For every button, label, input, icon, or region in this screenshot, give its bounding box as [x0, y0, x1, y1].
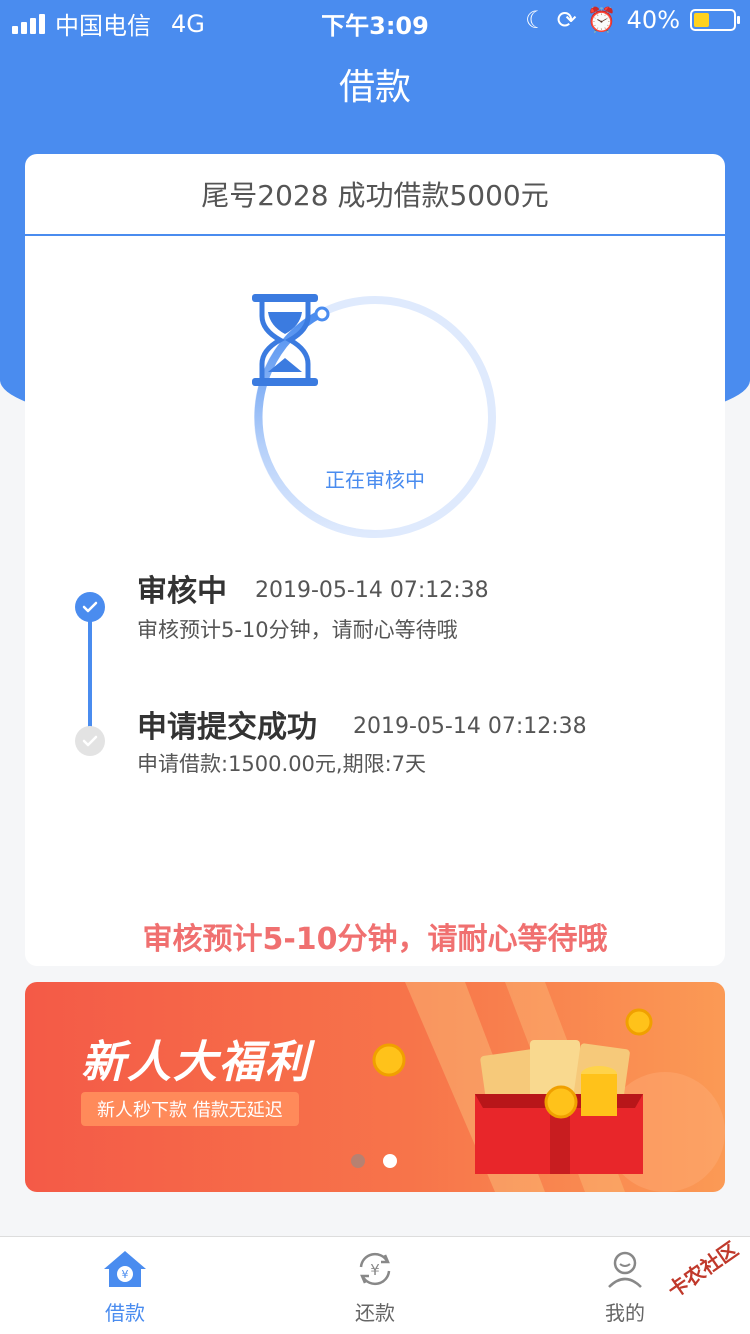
tab-repay[interactable]: ¥ 还款 — [250, 1237, 500, 1334]
tab-loan-label: 借款 — [105, 1301, 145, 1325]
timeline-step-title: 申请提交成功 — [137, 710, 317, 745]
banner-pagination[interactable] — [351, 1154, 397, 1168]
page-title: 借款 — [338, 67, 411, 108]
timeline-step-time: 2019-05-14 07:12:38 — [353, 714, 587, 739]
timeline-step-title: 审核中 — [137, 574, 227, 609]
timeline-step-desc: 审核预计5-10分钟，请耐心等待哦 — [137, 618, 458, 642]
alarm-icon: ⏰ — [586, 6, 617, 34]
battery-level — [694, 13, 709, 27]
timeline-step-desc: 申请借款:1500.00元,期限:7天 — [137, 752, 427, 776]
review-progress-ring: 正在审核中 — [250, 292, 500, 542]
banner-subtitle: 新人秒下款 借款无延迟 — [81, 1092, 299, 1126]
promo-banner[interactable]: 新人大福利 新人秒下款 借款无延迟 — [25, 982, 725, 1192]
review-status-label: 正在审核中 — [325, 468, 425, 492]
tab-mine-label: 我的 — [605, 1301, 645, 1325]
status-bar: 中国电信 4G 下午3:09 ☾ ⟳ ⏰ 40% — [0, 0, 750, 40]
tab-loan[interactable]: ¥ 借款 — [0, 1237, 250, 1334]
check-icon — [75, 592, 105, 622]
loan-status-card: 尾号2028 成功借款5000元 正在审核中 审核中 2019-05-14 07… — [25, 154, 725, 966]
tab-repay-label: 还款 — [355, 1301, 395, 1325]
banner-dot[interactable] — [383, 1154, 397, 1168]
timeline-line — [88, 606, 92, 740]
banner-dot[interactable] — [351, 1154, 365, 1168]
svg-text:¥: ¥ — [122, 1268, 129, 1281]
timeline-step-time: 2019-05-14 07:12:38 — [255, 578, 489, 603]
user-icon — [608, 1251, 642, 1288]
svg-text:¥: ¥ — [370, 1261, 380, 1279]
home-yen-icon: ¥ — [104, 1251, 146, 1287]
hourglass-icon — [252, 294, 318, 386]
battery-icon — [690, 9, 740, 31]
banner-title: 新人大福利 — [81, 1037, 311, 1088]
check-icon — [75, 726, 105, 756]
repay-cycle-icon: ¥ — [359, 1252, 391, 1286]
success-notice: 尾号2028 成功借款5000元 — [25, 154, 725, 236]
rotation-lock-icon: ⟳ — [556, 6, 577, 34]
wait-notice: 审核预计5-10分钟，请耐心等待哦 — [142, 922, 608, 957]
tab-bar: ¥ 借款 ¥ 还款 我的 — [0, 1236, 750, 1334]
battery-percent: 40% — [626, 6, 680, 34]
moon-icon: ☾ — [525, 6, 547, 34]
